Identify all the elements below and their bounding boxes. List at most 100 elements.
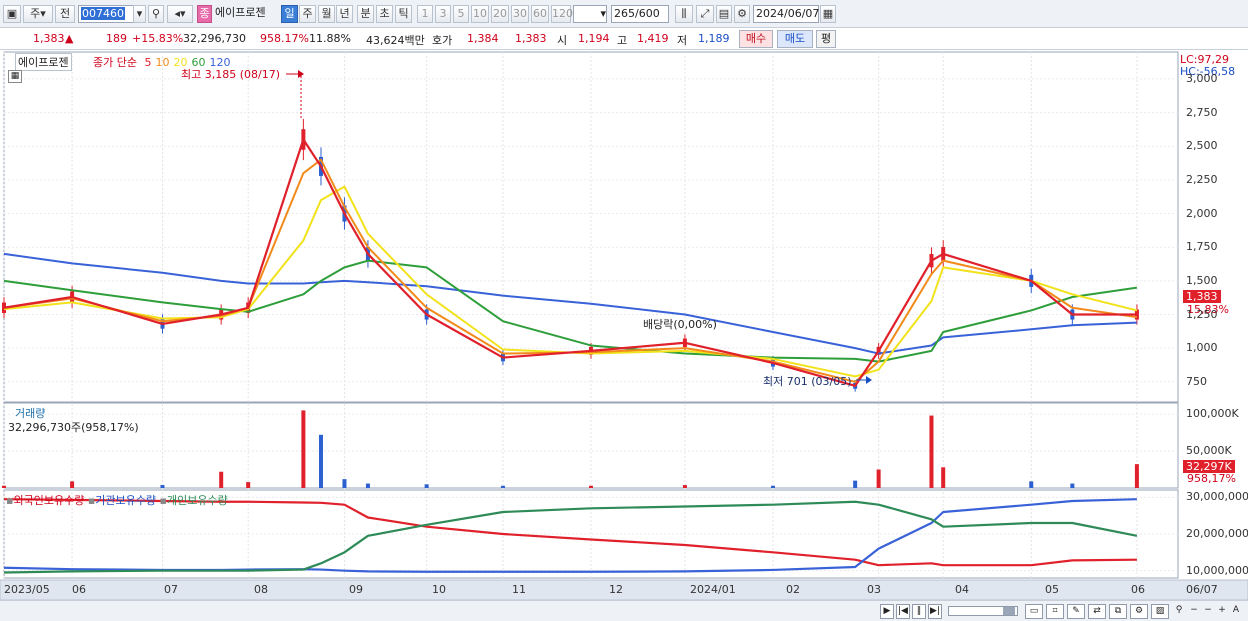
turnover-rate: 11.88% (309, 32, 351, 45)
table-icon[interactable]: ▦ (8, 70, 22, 83)
volume-bar-15 (876, 469, 881, 488)
period-button-0[interactable]: 일 (281, 5, 298, 23)
config-icon[interactable]: ⚙ (1130, 604, 1148, 619)
interval-button-1[interactable]: 1 (417, 5, 433, 23)
price-tick-5: 1,750 (1186, 240, 1218, 254)
dividend-annotation: 배당락(0,00%) (643, 318, 717, 331)
period-button-6[interactable]: 틱 (395, 5, 412, 23)
holdings-tick-2: 10,000,000 (1186, 563, 1248, 577)
period-button-1[interactable]: 주 (299, 5, 316, 23)
volume-bar-10 (500, 485, 505, 488)
prev-button[interactable]: 전 (55, 5, 75, 23)
volume-bar-5 (301, 410, 306, 488)
image-icon[interactable]: ▨ (1151, 604, 1169, 619)
low-annotation: 최저 701 (03/05) (763, 375, 852, 388)
code-dropdown-icon[interactable]: ▾ (133, 5, 146, 23)
x-axis-strip (0, 579, 1248, 600)
volume-bar-17 (941, 467, 946, 488)
ma-title: 종가 단순 (93, 56, 137, 69)
compare-icon[interactable]: ⇄ (1088, 604, 1106, 619)
chart-type-select[interactable]: 주▾ (23, 5, 53, 23)
price-tick-7: 1,250 (1186, 307, 1218, 321)
scrollbar[interactable] (948, 606, 1018, 616)
interval-button-5[interactable]: 5 (453, 5, 469, 23)
pause-icon[interactable]: ‖ (912, 604, 926, 619)
auto-scale-icon[interactable]: A (1229, 604, 1243, 619)
candle-icon[interactable]: ⫼ (675, 5, 693, 23)
price-tick-0: 3,000 (1186, 71, 1218, 85)
gear-icon[interactable]: ⚙ (734, 5, 750, 23)
draw-tool-icon[interactable]: ✎ (1067, 604, 1085, 619)
ask-label: 호가 (432, 34, 453, 47)
sell-button[interactable]: 매도 (777, 30, 813, 48)
volume-bar-12 (682, 485, 687, 488)
high-price: 1,419 (637, 32, 669, 45)
interval-button-20[interactable]: 20 (491, 5, 509, 23)
chart-area[interactable]: 에이프로젠 종가 단순 5 10 20 60 120 ▦ LC:97,29 HC:-56… (0, 50, 1248, 621)
price-tick-3: 2,250 (1186, 172, 1218, 186)
ma-period-5: 5 (144, 56, 152, 69)
chart-menu-icon[interactable]: ▣ (3, 5, 21, 23)
trade-amount: 43,624백만 (366, 34, 425, 47)
volume-tick-1: 50,000K (1186, 444, 1232, 458)
zoom-out-icon[interactable]: − (1187, 604, 1201, 619)
chart-canvas[interactable] (0, 50, 1248, 600)
volume-bar-0 (2, 485, 6, 488)
last-page-icon[interactable]: ▶| (928, 604, 942, 619)
x-tick-10: 03 (867, 583, 881, 596)
price-tick-8: 1,000 (1186, 341, 1218, 355)
count-input[interactable]: 265/600 (611, 5, 669, 23)
volume-bar-16 (929, 415, 934, 488)
legend-individual: 개인보유수량 (166, 494, 228, 507)
custom-interval-select[interactable]: ▾ (573, 5, 607, 23)
count-total: /600 (635, 7, 660, 20)
price-tick-4: 2,000 (1186, 206, 1218, 220)
x-tick-13: 06 (1131, 583, 1145, 596)
stock-label[interactable]: 에이프로젠 (15, 53, 72, 71)
low-label: 저 (677, 34, 688, 47)
x-tick-7: 12 (609, 583, 623, 596)
price-tick-6: 1,500 (1186, 273, 1218, 287)
search-icon[interactable]: ⚲ (148, 5, 164, 23)
interval-button-60[interactable]: 60 (531, 5, 549, 23)
buy-button[interactable]: 매수 (739, 30, 773, 48)
first-page-icon[interactable]: |◀ (896, 604, 910, 619)
calendar-icon[interactable]: ▦ (820, 5, 836, 23)
volume-bar-9 (424, 484, 429, 488)
crosshair-icon[interactable]: ⤢ (696, 5, 714, 23)
shrink-icon[interactable]: − (1201, 604, 1215, 619)
interval-button-120[interactable]: 120 (551, 5, 573, 23)
zoom-search-icon[interactable]: ⚲ (1172, 604, 1186, 619)
volume-bar-1 (70, 481, 75, 488)
open-price: 1,194 (578, 32, 610, 45)
period-button-2[interactable]: 월 (318, 5, 335, 23)
volume-readout: 32,296,730주(958,17%) (8, 421, 139, 434)
mode-badge: 종 (197, 5, 212, 23)
x-tick-8: 2024/01 (690, 583, 736, 596)
zoom-box-icon[interactable]: ▭ (1025, 604, 1043, 619)
save-icon[interactable]: ▤ (716, 5, 732, 23)
zoom-in-icon[interactable]: + (1215, 604, 1229, 619)
count-value: 265 (614, 7, 635, 20)
copy-icon[interactable]: ⧉ (1109, 604, 1127, 619)
x-tick-9: 02 (786, 583, 800, 596)
volume-bar-13 (770, 485, 775, 488)
x-tick-5: 10 (432, 583, 446, 596)
date-input[interactable]: 2024/06/07 (753, 5, 819, 23)
average-button[interactable]: 평 (816, 30, 836, 48)
interval-button-10[interactable]: 10 (471, 5, 489, 23)
price-tick-1: 2,750 (1186, 105, 1218, 119)
price-change: 189 (106, 32, 127, 45)
period-button-3[interactable]: 년 (336, 5, 353, 23)
period-button-4[interactable]: 분 (357, 5, 374, 23)
speaker-icon[interactable]: ◂▾ (167, 5, 193, 23)
interval-button-30[interactable]: 30 (511, 5, 529, 23)
scroll-right-icon[interactable]: ▶ (880, 604, 894, 619)
indicator-icon[interactable]: ⌗ (1046, 604, 1064, 619)
x-tick-6: 11 (512, 583, 526, 596)
interval-button-3[interactable]: 3 (435, 5, 451, 23)
open-label: 시 (557, 34, 568, 47)
holdings-tick-0: 30,000,000 (1186, 490, 1248, 504)
period-button-5[interactable]: 초 (376, 5, 393, 23)
scrollbar-thumb[interactable] (1003, 607, 1015, 615)
